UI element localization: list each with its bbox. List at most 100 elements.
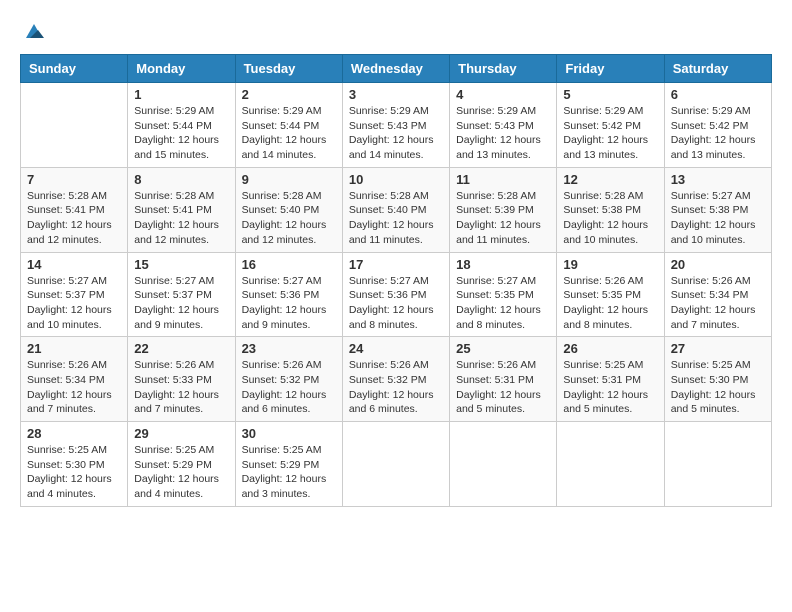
day-info: Sunrise: 5:29 AM Sunset: 5:44 PM Dayligh… xyxy=(134,104,228,163)
day-number: 6 xyxy=(671,87,765,102)
day-info: Sunrise: 5:26 AM Sunset: 5:32 PM Dayligh… xyxy=(349,358,443,417)
calendar-cell: 23Sunrise: 5:26 AM Sunset: 5:32 PM Dayli… xyxy=(235,337,342,422)
day-info: Sunrise: 5:27 AM Sunset: 5:36 PM Dayligh… xyxy=(349,274,443,333)
day-number: 9 xyxy=(242,172,336,187)
calendar-cell: 19 Sunrise: 5:26 AM Sunset: 5:35 PM Dayli… xyxy=(557,252,664,337)
day-info: Sunrise: 5:28 AM Sunset: 5:41 PM Dayligh… xyxy=(27,189,121,248)
day-number: 29 xyxy=(134,426,228,441)
day-number: 26 xyxy=(563,341,657,356)
calendar-cell: 17Sunrise: 5:27 AM Sunset: 5:36 PM Dayli… xyxy=(342,252,449,337)
calendar-cell: 6 Sunrise: 5:29 AM Sunset: 5:42 PM Daylig… xyxy=(664,83,771,168)
calendar-cell: 18 Sunrise: 5:27 AM Sunset: 5:35 PM Dayli… xyxy=(450,252,557,337)
day-number: 18 xyxy=(456,257,550,272)
calendar-cell: 1Sunrise: 5:29 AM Sunset: 5:44 PM Daylig… xyxy=(128,83,235,168)
day-info: Sunrise: 5:26 AM Sunset: 5:35 PM Dayligh… xyxy=(563,274,657,333)
day-number: 30 xyxy=(242,426,336,441)
calendar-cell: 13Sunrise: 5:27 AM Sunset: 5:38 PM Dayli… xyxy=(664,167,771,252)
day-info: Sunrise: 5:26 AM Sunset: 5:34 PM Dayligh… xyxy=(671,274,765,333)
day-number: 7 xyxy=(27,172,121,187)
day-info: Sunrise: 5:28 AM Sunset: 5:39 PM Dayligh… xyxy=(456,189,550,248)
day-info: Sunrise: 5:27 AM Sunset: 5:37 PM Dayligh… xyxy=(134,274,228,333)
day-number: 14 xyxy=(27,257,121,272)
calendar-cell xyxy=(21,83,128,168)
day-number: 15 xyxy=(134,257,228,272)
header-wednesday: Wednesday xyxy=(342,55,449,83)
week-row-2: 7 Sunrise: 5:28 AM Sunset: 5:41 PM Daylig… xyxy=(21,167,772,252)
calendar-cell: 28 Sunrise: 5:25 AM Sunset: 5:30 PM Dayli… xyxy=(21,422,128,507)
day-number: 19 xyxy=(563,257,657,272)
calendar-cell: 3 Sunrise: 5:29 AM Sunset: 5:43 PM Daylig… xyxy=(342,83,449,168)
calendar-table: SundayMondayTuesdayWednesdayThursdayFrid… xyxy=(20,54,772,507)
day-info: Sunrise: 5:29 AM Sunset: 5:42 PM Dayligh… xyxy=(563,104,657,163)
calendar-cell xyxy=(557,422,664,507)
week-row-1: 1Sunrise: 5:29 AM Sunset: 5:44 PM Daylig… xyxy=(21,83,772,168)
day-info: Sunrise: 5:27 AM Sunset: 5:37 PM Dayligh… xyxy=(27,274,121,333)
day-info: Sunrise: 5:26 AM Sunset: 5:33 PM Dayligh… xyxy=(134,358,228,417)
day-info: Sunrise: 5:25 AM Sunset: 5:30 PM Dayligh… xyxy=(27,443,121,502)
day-info: Sunrise: 5:25 AM Sunset: 5:30 PM Dayligh… xyxy=(671,358,765,417)
day-info: Sunrise: 5:26 AM Sunset: 5:34 PM Dayligh… xyxy=(27,358,121,417)
day-info: Sunrise: 5:29 AM Sunset: 5:42 PM Dayligh… xyxy=(671,104,765,163)
calendar-cell: 4 Sunrise: 5:29 AM Sunset: 5:43 PM Daylig… xyxy=(450,83,557,168)
calendar-cell xyxy=(664,422,771,507)
header-tuesday: Tuesday xyxy=(235,55,342,83)
logo xyxy=(20,20,46,44)
day-number: 16 xyxy=(242,257,336,272)
day-info: Sunrise: 5:29 AM Sunset: 5:43 PM Dayligh… xyxy=(456,104,550,163)
week-row-3: 14 Sunrise: 5:27 AM Sunset: 5:37 PM Dayli… xyxy=(21,252,772,337)
calendar-cell: 8 Sunrise: 5:28 AM Sunset: 5:41 PM Daylig… xyxy=(128,167,235,252)
day-info: Sunrise: 5:26 AM Sunset: 5:31 PM Dayligh… xyxy=(456,358,550,417)
day-number: 27 xyxy=(671,341,765,356)
calendar-cell: 11 Sunrise: 5:28 AM Sunset: 5:39 PM Dayli… xyxy=(450,167,557,252)
calendar-cell: 30 Sunrise: 5:25 AM Sunset: 5:29 PM Dayli… xyxy=(235,422,342,507)
day-info: Sunrise: 5:28 AM Sunset: 5:40 PM Dayligh… xyxy=(349,189,443,248)
calendar-cell: 21 Sunrise: 5:26 AM Sunset: 5:34 PM Dayli… xyxy=(21,337,128,422)
day-number: 11 xyxy=(456,172,550,187)
day-number: 22 xyxy=(134,341,228,356)
header-saturday: Saturday xyxy=(664,55,771,83)
header-row: SundayMondayTuesdayWednesdayThursdayFrid… xyxy=(21,55,772,83)
calendar-cell: 20 Sunrise: 5:26 AM Sunset: 5:34 PM Dayli… xyxy=(664,252,771,337)
day-number: 3 xyxy=(349,87,443,102)
day-info: Sunrise: 5:27 AM Sunset: 5:35 PM Dayligh… xyxy=(456,274,550,333)
calendar-cell xyxy=(450,422,557,507)
calendar-header: SundayMondayTuesdayWednesdayThursdayFrid… xyxy=(21,55,772,83)
calendar-body: 1Sunrise: 5:29 AM Sunset: 5:44 PM Daylig… xyxy=(21,83,772,507)
header-thursday: Thursday xyxy=(450,55,557,83)
week-row-4: 21 Sunrise: 5:26 AM Sunset: 5:34 PM Dayli… xyxy=(21,337,772,422)
calendar-cell: 25Sunrise: 5:26 AM Sunset: 5:31 PM Dayli… xyxy=(450,337,557,422)
day-number: 5 xyxy=(563,87,657,102)
day-info: Sunrise: 5:28 AM Sunset: 5:40 PM Dayligh… xyxy=(242,189,336,248)
day-number: 24 xyxy=(349,341,443,356)
day-info: Sunrise: 5:25 AM Sunset: 5:29 PM Dayligh… xyxy=(134,443,228,502)
day-info: Sunrise: 5:25 AM Sunset: 5:31 PM Dayligh… xyxy=(563,358,657,417)
week-row-5: 28 Sunrise: 5:25 AM Sunset: 5:30 PM Dayli… xyxy=(21,422,772,507)
day-number: 21 xyxy=(27,341,121,356)
calendar-cell xyxy=(342,422,449,507)
header-friday: Friday xyxy=(557,55,664,83)
calendar-cell: 16 Sunrise: 5:27 AM Sunset: 5:36 PM Dayli… xyxy=(235,252,342,337)
header-monday: Monday xyxy=(128,55,235,83)
day-number: 28 xyxy=(27,426,121,441)
day-info: Sunrise: 5:26 AM Sunset: 5:32 PM Dayligh… xyxy=(242,358,336,417)
calendar-cell: 26 Sunrise: 5:25 AM Sunset: 5:31 PM Dayli… xyxy=(557,337,664,422)
page-header xyxy=(20,20,772,44)
day-info: Sunrise: 5:29 AM Sunset: 5:43 PM Dayligh… xyxy=(349,104,443,163)
day-info: Sunrise: 5:27 AM Sunset: 5:38 PM Dayligh… xyxy=(671,189,765,248)
day-info: Sunrise: 5:25 AM Sunset: 5:29 PM Dayligh… xyxy=(242,443,336,502)
calendar-cell: 27 Sunrise: 5:25 AM Sunset: 5:30 PM Dayli… xyxy=(664,337,771,422)
calendar-cell: 7 Sunrise: 5:28 AM Sunset: 5:41 PM Daylig… xyxy=(21,167,128,252)
calendar-cell: 22 Sunrise: 5:26 AM Sunset: 5:33 PM Dayli… xyxy=(128,337,235,422)
day-info: Sunrise: 5:29 AM Sunset: 5:44 PM Dayligh… xyxy=(242,104,336,163)
calendar-cell: 2 Sunrise: 5:29 AM Sunset: 5:44 PM Daylig… xyxy=(235,83,342,168)
day-number: 20 xyxy=(671,257,765,272)
calendar-cell: 12Sunrise: 5:28 AM Sunset: 5:38 PM Dayli… xyxy=(557,167,664,252)
calendar-cell: 24 Sunrise: 5:26 AM Sunset: 5:32 PM Dayli… xyxy=(342,337,449,422)
day-number: 4 xyxy=(456,87,550,102)
day-info: Sunrise: 5:28 AM Sunset: 5:41 PM Dayligh… xyxy=(134,189,228,248)
day-info: Sunrise: 5:27 AM Sunset: 5:36 PM Dayligh… xyxy=(242,274,336,333)
day-number: 8 xyxy=(134,172,228,187)
calendar-cell: 9 Sunrise: 5:28 AM Sunset: 5:40 PM Daylig… xyxy=(235,167,342,252)
day-number: 12 xyxy=(563,172,657,187)
day-number: 2 xyxy=(242,87,336,102)
